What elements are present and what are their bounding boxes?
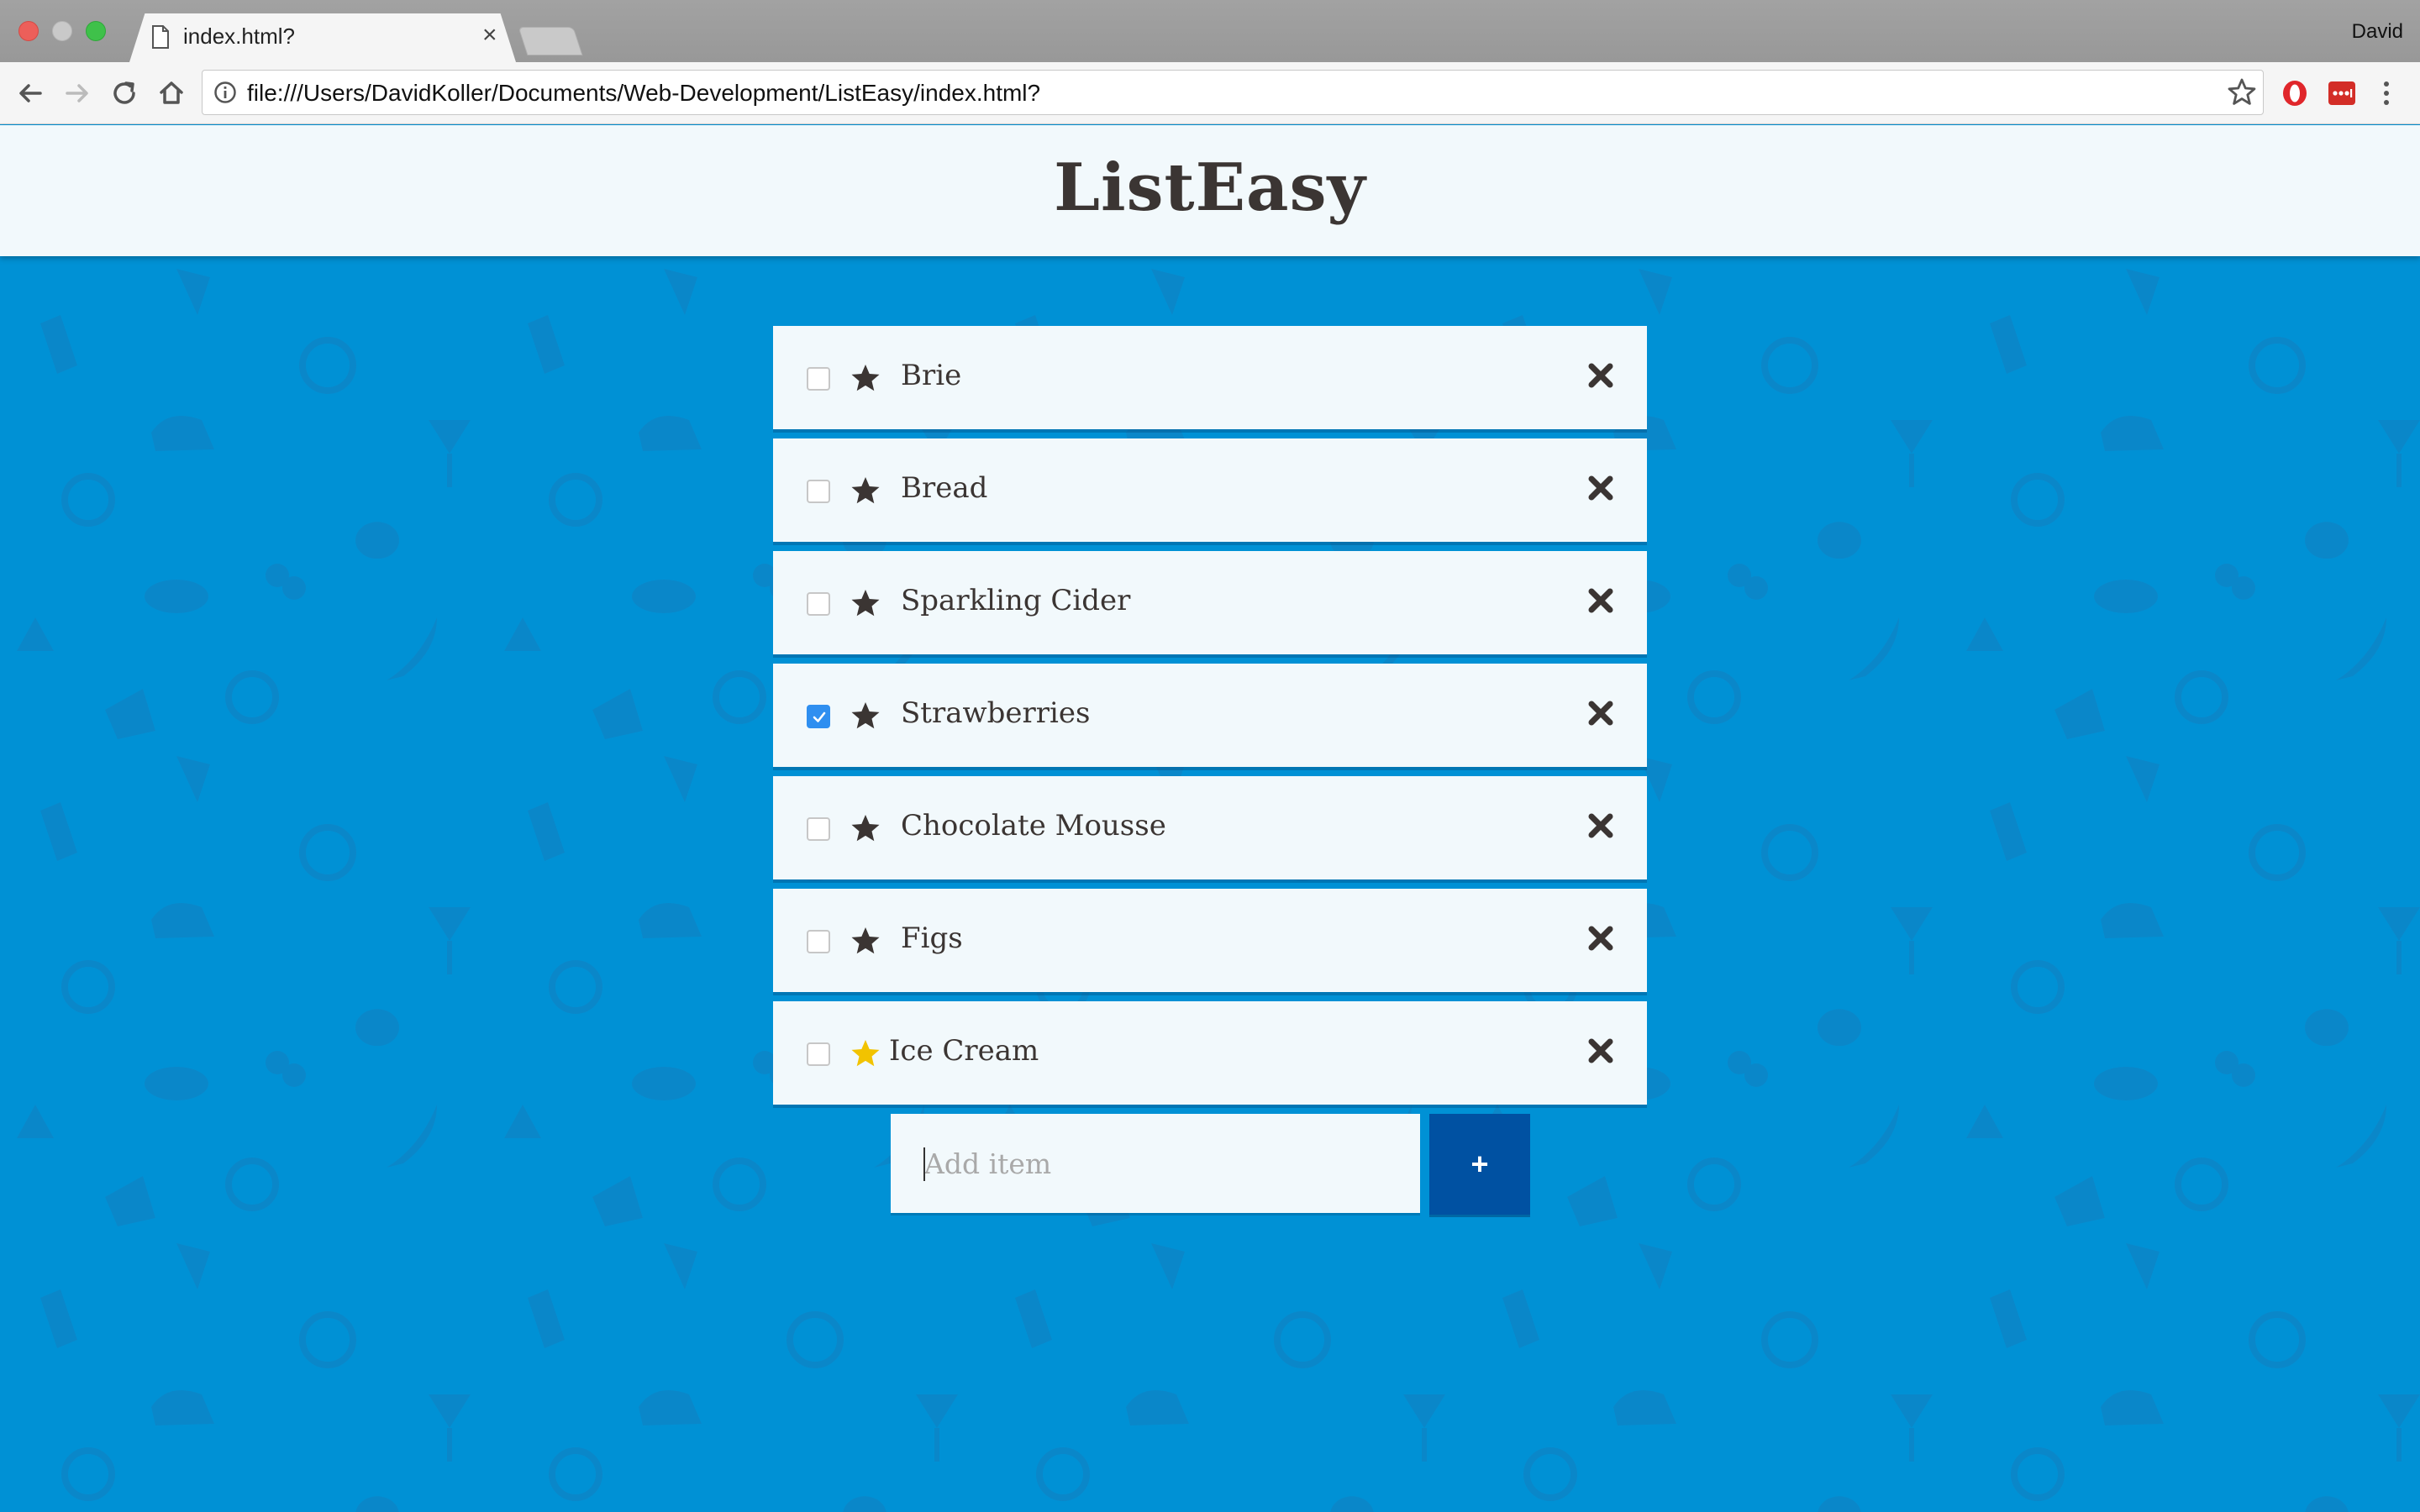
item-checkbox[interactable] (807, 592, 830, 616)
item-checkbox[interactable] (807, 480, 830, 503)
item-label: Figs (901, 921, 963, 955)
item-checkbox[interactable] (807, 817, 830, 841)
app-title: ListEasy (1054, 150, 1366, 226)
list-item: Sparkling Cider (773, 551, 1647, 654)
item-label: Chocolate Mousse (901, 809, 1166, 843)
more-menu-icon[interactable] (2378, 79, 2395, 108)
add-item-button[interactable]: + (1429, 1114, 1530, 1215)
text-caret (923, 1147, 925, 1181)
forward-icon[interactable] (60, 76, 94, 110)
delete-icon[interactable] (1586, 699, 1615, 727)
list-item: Bread (773, 438, 1647, 542)
item-label: Strawberries (901, 696, 1091, 730)
star-icon[interactable] (849, 361, 882, 395)
item-checkbox[interactable] (807, 930, 830, 953)
opera-extension-icon[interactable] (2281, 79, 2309, 108)
star-icon[interactable] (849, 699, 882, 732)
list-item: Brie (773, 326, 1647, 429)
item-label: Brie (901, 359, 962, 392)
delete-icon[interactable] (1586, 1037, 1615, 1065)
url-text[interactable]: file:///Users/DavidKoller/Documents/Web-… (247, 80, 1040, 107)
minimize-window-button[interactable] (52, 21, 72, 41)
list-item: Ice Cream (773, 1001, 1647, 1105)
lastpass-extension-icon[interactable] (2328, 79, 2356, 108)
delete-icon[interactable] (1586, 586, 1615, 615)
shopping-list: Brie Bread Sparkling Cider Strawberries Choc… (773, 326, 1647, 1114)
item-label: Ice Cream (889, 1034, 1039, 1068)
delete-icon[interactable] (1586, 474, 1615, 502)
star-icon[interactable] (849, 811, 882, 845)
item-checkbox[interactable] (807, 367, 830, 391)
item-checkbox[interactable] (807, 1042, 830, 1066)
tab-close-icon[interactable]: × (482, 22, 497, 49)
item-checkbox[interactable] (807, 705, 830, 728)
item-label: Bread (901, 471, 988, 505)
profile-name[interactable]: David (2352, 20, 2403, 44)
new-tab-button[interactable] (518, 27, 583, 55)
tab-title: index.html? (183, 24, 295, 49)
delete-icon[interactable] (1586, 361, 1615, 390)
maximize-window-button[interactable] (86, 21, 106, 41)
add-item-input[interactable] (891, 1114, 1420, 1213)
list-item: Figs (773, 889, 1647, 992)
close-window-button[interactable] (18, 21, 39, 41)
page-icon (152, 25, 169, 49)
info-icon[interactable] (213, 81, 237, 104)
item-label: Sparkling Cider (901, 584, 1131, 617)
bookmark-star-icon[interactable] (2227, 77, 2257, 108)
star-icon[interactable] (849, 1037, 882, 1070)
delete-icon[interactable] (1586, 924, 1615, 953)
star-icon[interactable] (849, 924, 882, 958)
star-icon[interactable] (849, 586, 882, 620)
reload-icon[interactable] (108, 76, 141, 110)
back-icon[interactable] (13, 76, 47, 110)
star-icon[interactable] (849, 474, 882, 507)
list-item: Chocolate Mousse (773, 776, 1647, 879)
home-icon[interactable] (155, 76, 188, 110)
list-item: Strawberries (773, 664, 1647, 767)
delete-icon[interactable] (1586, 811, 1615, 840)
